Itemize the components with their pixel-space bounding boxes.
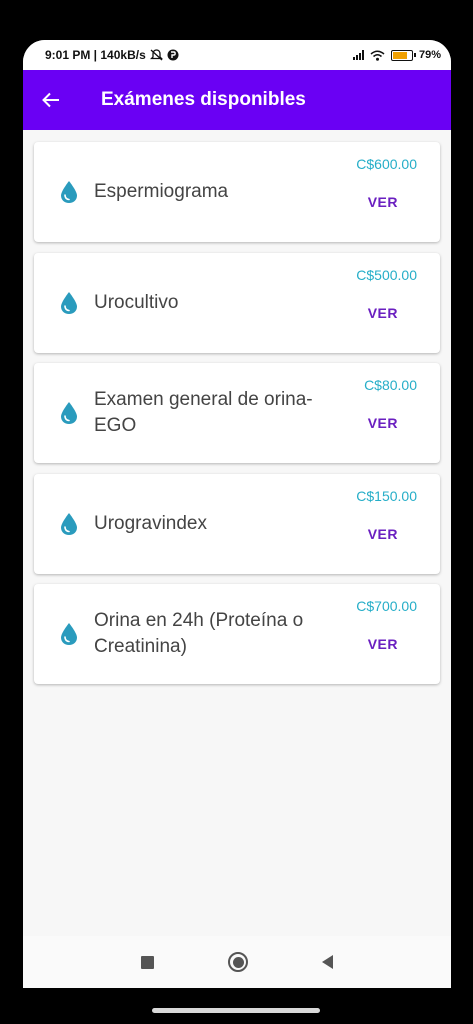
mute-icon: [149, 49, 163, 61]
page-title: Exámenes disponibles: [101, 89, 306, 110]
exam-list: Espermiograma C$600.00 VER Urocultivo C$500.…: [34, 142, 440, 695]
back-triangle-icon[interactable]: [322, 955, 333, 969]
battery-icon: [390, 49, 416, 61]
status-right: 79%: [352, 49, 441, 61]
battery-percent: 79%: [418, 49, 441, 61]
exam-price: C$150.00: [356, 487, 417, 504]
ver-button[interactable]: VER: [368, 526, 398, 542]
exam-price: C$80.00: [364, 377, 417, 393]
recents-square-icon[interactable]: [141, 955, 154, 969]
system-nav-bar: [23, 936, 451, 988]
exam-name: Espermiograma: [94, 181, 229, 202]
signal-icon: [352, 50, 364, 60]
water-drop-icon: [61, 623, 77, 645]
exam-name: Orina en 24h (Proteína o Creatinina): [94, 610, 304, 657]
back-button[interactable]: [23, 70, 79, 130]
exam-card[interactable]: Urogravindex C$150.00 VER: [34, 473, 440, 574]
gesture-bar[interactable]: [152, 1008, 320, 1013]
water-drop-icon: [61, 291, 77, 314]
wifi-icon: [370, 50, 385, 61]
status-left: 9:01 PM | 140kB/s: [45, 48, 179, 62]
exam-price: C$700.00: [356, 598, 417, 614]
status-bar: 9:01 PM | 140kB/s 79%: [23, 40, 451, 70]
battery-fill: [392, 51, 408, 59]
exam-name: Urocultivo: [94, 291, 179, 313]
home-circle-icon[interactable]: [228, 952, 248, 972]
water-drop-icon: [61, 512, 77, 535]
arrow-back-icon: [42, 92, 59, 108]
exam-price: C$500.00: [356, 266, 417, 283]
ver-button[interactable]: VER: [368, 305, 398, 321]
ver-button[interactable]: VER: [368, 636, 398, 652]
app-notification-icon: [167, 49, 179, 61]
app-bar: Exámenes disponibles: [23, 70, 451, 130]
exam-card[interactable]: Examen general de orina-EGO C$80.00 VER: [34, 363, 440, 463]
ver-button[interactable]: VER: [368, 194, 398, 210]
water-drop-icon: [61, 402, 77, 424]
exam-card[interactable]: Espermiograma C$600.00 VER: [34, 142, 440, 242]
app-screen: 9:01 PM | 140kB/s 79% Exámenes disponibl…: [23, 40, 451, 988]
status-time-speed: 9:01 PM | 140kB/s: [45, 48, 146, 62]
exam-price: C$600.00: [356, 156, 417, 172]
exam-name: Urogravindex: [94, 512, 207, 534]
water-drop-icon: [61, 181, 77, 203]
exam-card[interactable]: Urocultivo C$500.00 VER: [34, 252, 440, 353]
exam-name: Examen general de orina-EGO: [94, 389, 313, 436]
ver-button[interactable]: VER: [368, 415, 398, 431]
exam-card[interactable]: Orina en 24h (Proteína o Creatinina) C$70…: [34, 584, 440, 684]
